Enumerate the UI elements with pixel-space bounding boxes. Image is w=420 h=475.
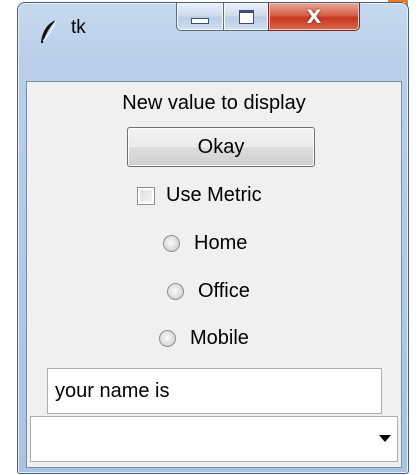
close-button[interactable]: X xyxy=(268,3,360,31)
radio-office-label: Office xyxy=(198,280,250,302)
radio-mobile-label: Mobile xyxy=(190,327,249,349)
client-area: New value to display Okay Use Metric Hom… xyxy=(26,81,402,468)
minimize-button[interactable] xyxy=(176,3,224,31)
use-metric-label: Use Metric xyxy=(166,184,262,206)
name-entry[interactable]: your name is xyxy=(47,368,382,414)
feather-icon xyxy=(41,19,57,43)
use-metric-checkbox-row[interactable]: Use Metric xyxy=(137,184,262,207)
radio-home[interactable]: Home xyxy=(163,232,247,255)
use-metric-checkbox[interactable] xyxy=(137,186,155,205)
window-title: tk xyxy=(71,17,86,38)
okay-button[interactable]: Okay xyxy=(127,127,315,167)
dropdown-arrow-icon[interactable] xyxy=(379,435,391,442)
tk-window: tk X New value to display Okay Use Metri… xyxy=(17,2,409,474)
radio-office-button[interactable] xyxy=(167,283,184,300)
close-icon: X xyxy=(306,5,322,28)
maximize-button[interactable] xyxy=(223,3,269,31)
prompt-label: New value to display xyxy=(122,92,306,114)
radio-home-label: Home xyxy=(194,232,248,254)
radio-office[interactable]: Office xyxy=(167,280,250,303)
maximize-icon xyxy=(238,9,254,24)
radio-mobile[interactable]: Mobile xyxy=(159,327,249,350)
minimize-icon xyxy=(191,17,209,24)
radio-mobile-button[interactable] xyxy=(159,330,176,347)
combobox[interactable] xyxy=(30,416,398,462)
radio-home-button[interactable] xyxy=(163,235,180,252)
